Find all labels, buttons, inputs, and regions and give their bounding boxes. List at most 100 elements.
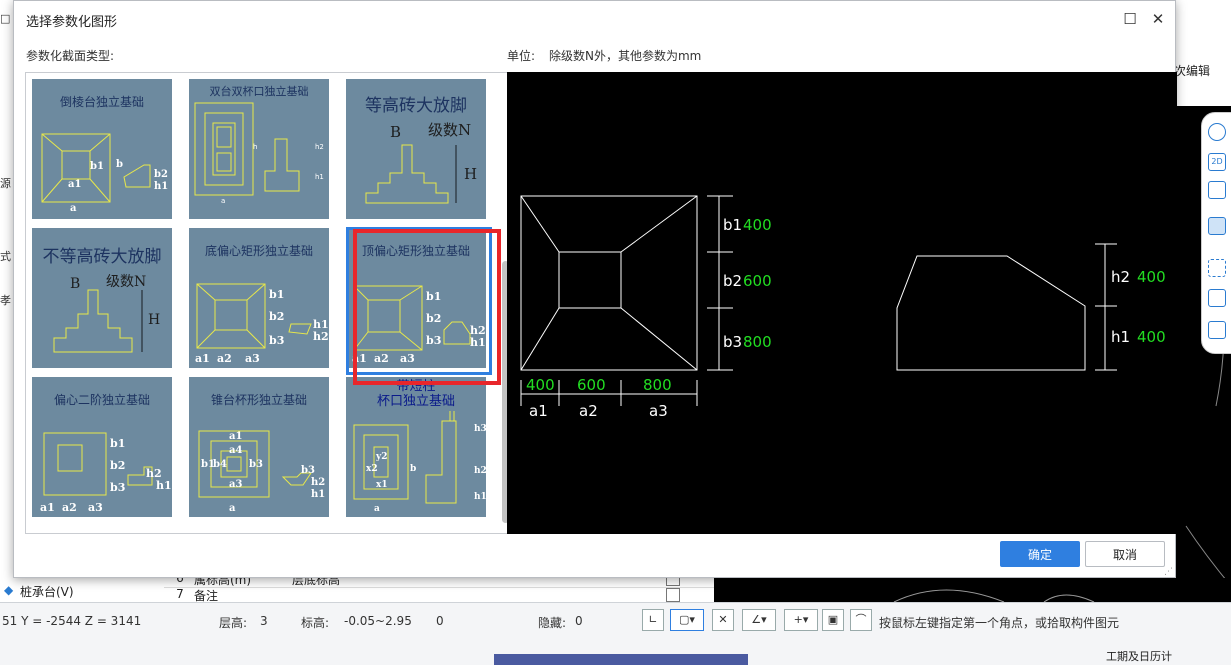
shape-thumbnail[interactable]: 偏心二阶独立基础 b1 b2 b3 h2 h1 a1 a2 a3	[32, 377, 172, 517]
svg-text:b2: b2	[426, 312, 441, 325]
rect-select-icon[interactable]: ▢▾	[670, 609, 704, 631]
h1-label: h1	[1111, 328, 1130, 346]
b2-label: b2	[723, 272, 742, 290]
row-number: 7	[176, 587, 184, 601]
svg-text:a2: a2	[62, 501, 77, 514]
resize-grip-icon[interactable]: ⋰	[1164, 567, 1173, 577]
svg-text:h2: h2	[474, 466, 486, 476]
row-checkbox[interactable]	[666, 588, 680, 602]
b2-value: 600	[743, 272, 772, 290]
left-glyph: 孝	[0, 294, 11, 307]
shape-thumbnail[interactable]: 倒棱台独立基础 b1 b b2 h1 a1 a	[32, 79, 172, 219]
maximize-icon[interactable]: ☐	[1120, 9, 1140, 29]
svg-text:h2: h2	[315, 143, 324, 151]
shape-thumbnail[interactable]: 锥台杯形独立基础 a1 a4 b1 b4 b3 a3 b3 h2 h1 a	[189, 377, 329, 517]
svg-text:a3: a3	[88, 501, 103, 514]
svg-text:a2: a2	[217, 352, 232, 365]
svg-text:a3: a3	[229, 479, 242, 490]
a2-label: a2	[579, 402, 598, 420]
svg-text:a1: a1	[352, 352, 367, 365]
left-glyph: 源	[0, 177, 11, 190]
svg-text:b1: b1	[90, 161, 104, 172]
floor-height-value: 3	[260, 614, 268, 628]
svg-text:a1: a1	[195, 352, 210, 365]
cad-canvas-bottom	[714, 578, 1231, 603]
svg-text:h1: h1	[154, 181, 168, 192]
close-icon[interactable]: ✕	[1148, 9, 1168, 29]
svg-text:b: b	[410, 464, 416, 474]
taskbar-label: 工期及日历计	[1106, 650, 1172, 663]
elevation-value: -0.05~2.95	[344, 614, 412, 628]
svg-text:b1: b1	[110, 437, 125, 450]
coordinate-readout: 51 Y = -2544 Z = 3141	[2, 614, 142, 628]
a2-value: 600	[577, 376, 606, 394]
svg-text:a: a	[374, 504, 380, 514]
svg-text:b1: b1	[426, 290, 441, 303]
snap-icon[interactable]: +▾	[784, 609, 818, 631]
svg-text:h1: h1	[315, 173, 324, 181]
svg-text:b3: b3	[269, 334, 284, 347]
svg-text:H: H	[464, 165, 477, 183]
svg-text:x2: x2	[366, 464, 378, 474]
svg-text:b1: b1	[269, 288, 284, 301]
svg-text:a: a	[70, 203, 77, 214]
left-glyph: 式	[0, 250, 11, 263]
svg-text:h1: h1	[156, 479, 172, 492]
dialog-title: 选择参数化图形	[26, 15, 118, 30]
select-parametric-shape-dialog: 选择参数化图形 ☐ ✕ 参数化截面类型: 单位: 除级数N外，其他参数为mm 倒…	[13, 0, 1177, 578]
hidden-label: 隐藏:	[538, 616, 567, 630]
secondary-edit-label: 次编辑	[1174, 64, 1211, 78]
svg-text:h2: h2	[311, 477, 325, 488]
h2-label: h2	[1111, 268, 1130, 286]
angle-icon[interactable]: ∠▾	[742, 609, 776, 631]
floor-height-label: 层高:	[219, 616, 248, 630]
cross-icon[interactable]: ✕	[712, 609, 734, 631]
svg-text:B: B	[70, 276, 80, 292]
svg-text:a3: a3	[245, 352, 260, 365]
cube-view-icon[interactable]	[1208, 181, 1226, 199]
shape-thumbnail-selected[interactable]: 顶偏心矩形独立基础 b1 b2 b3 h2 h1 a1 a2 a3	[346, 228, 486, 368]
a1-value: 400	[526, 376, 555, 394]
svg-text:h1: h1	[311, 489, 325, 500]
svg-text:b3: b3	[426, 334, 441, 347]
tree-item-pile-cap[interactable]: 桩承台(V)	[20, 583, 74, 600]
preview-drawing: b1 400 b2 600 b3 800 400 600 800 a1 a2 a…	[520, 195, 1166, 420]
h1-value: 400	[1137, 328, 1166, 346]
shape-gallery: 倒棱台独立基础 b1 b b2 h1 a1 a 双台双杯口独立基础 h h2 h…	[25, 72, 513, 534]
taskbar-thumbnail	[494, 654, 748, 665]
shape-thumbnail[interactable]: 底偏心矩形独立基础 b1 b2 b3 h1 h2 a1 a2 a3	[189, 228, 329, 368]
left-glyph: □	[0, 12, 11, 25]
bottom-strip: 工期及日历计	[0, 638, 1231, 665]
ortho-icon[interactable]: ∟	[642, 609, 664, 631]
svg-text:h3: h3	[474, 424, 486, 434]
shape-thumbnail[interactable]: 不等高砖大放脚 B 级数N H	[32, 228, 172, 368]
layers-icon[interactable]	[1208, 321, 1226, 339]
unit-label: 单位:	[507, 49, 536, 63]
svg-text:a3: a3	[400, 352, 415, 365]
svg-text:b3: b3	[301, 465, 315, 476]
layer-icon[interactable]: ▣	[822, 609, 844, 631]
box-view-icon[interactable]	[1208, 289, 1226, 307]
svg-text:a1: a1	[229, 431, 242, 442]
app-top-right: 次编辑	[1174, 0, 1231, 106]
shape-thumbnail[interactable]: 带短柱 杯口独立基础 y2 x2 x1 b h3 h2 h1 a	[346, 377, 486, 517]
a3-label: a3	[649, 402, 668, 420]
status-bar: 51 Y = -2544 Z = 3141 层高: 3 标高: -0.05~2.…	[0, 602, 1231, 639]
b1-value: 400	[743, 216, 772, 234]
svg-text:a: a	[221, 197, 225, 205]
2d-view-icon[interactable]: 2D	[1208, 153, 1226, 171]
cancel-button[interactable]: 取消	[1085, 541, 1165, 567]
svg-text:H: H	[148, 312, 160, 328]
svg-text:h1: h1	[470, 336, 486, 349]
svg-text:级数N: 级数N	[106, 274, 146, 290]
shape-thumbnail[interactable]: 等高砖大放脚 B 级数N H	[346, 79, 486, 219]
arc-icon[interactable]: ⌒	[850, 609, 872, 631]
svg-text:h: h	[253, 143, 257, 151]
ok-button[interactable]: 确定	[1000, 541, 1080, 567]
shape-thumbnail[interactable]: 双台双杯口独立基础 h h2 h1 a	[189, 79, 329, 219]
orbit-icon[interactable]	[1208, 123, 1226, 141]
a3-value: 800	[643, 376, 672, 394]
3d-cube-icon[interactable]	[1208, 217, 1226, 235]
svg-text:b2: b2	[269, 310, 284, 323]
fit-view-icon[interactable]	[1208, 259, 1226, 277]
